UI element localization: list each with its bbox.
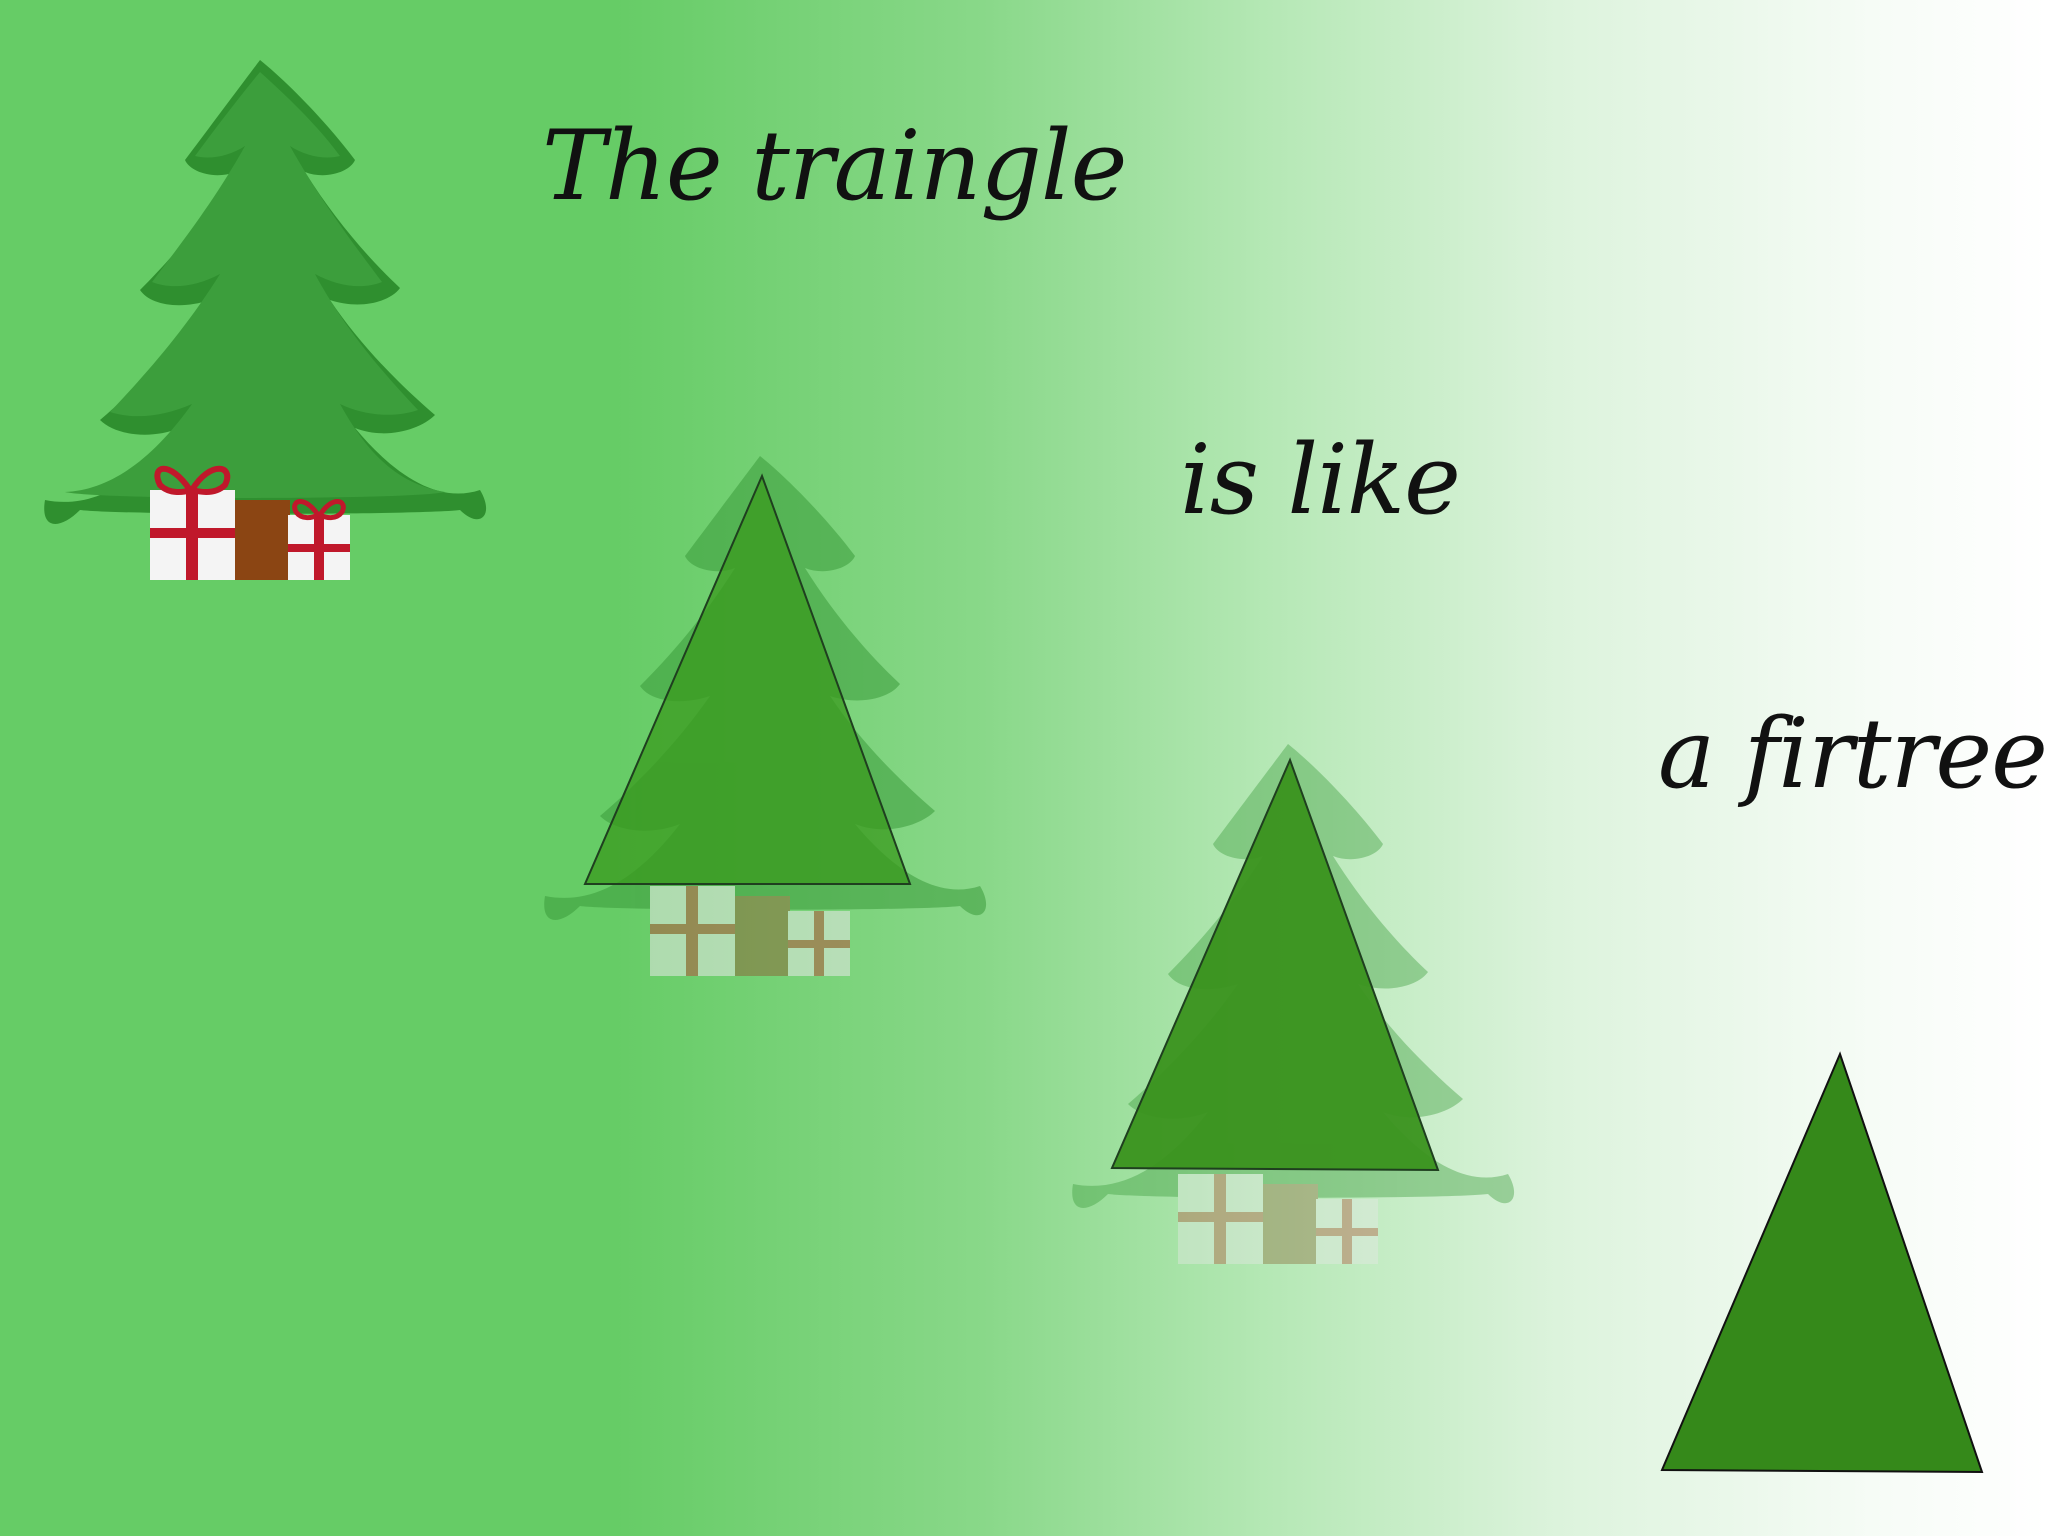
gift-icon xyxy=(150,465,235,580)
caption-the-triangle: The traingle xyxy=(542,110,1127,222)
fir-tree-with-triangle-overlay-icon-2 xyxy=(1072,744,1515,1264)
caption-a-firtree: a firtree xyxy=(1658,698,2048,810)
slide: The traingle is like a firtree xyxy=(0,0,2048,1536)
fir-tree-with-triangle-overlay-icon xyxy=(544,456,987,976)
triangle-icon xyxy=(1660,1051,1984,1474)
caption-is-like: is like xyxy=(1180,424,1461,536)
gift-small-icon xyxy=(288,499,350,580)
fir-tree-with-gifts-icon xyxy=(44,60,487,580)
